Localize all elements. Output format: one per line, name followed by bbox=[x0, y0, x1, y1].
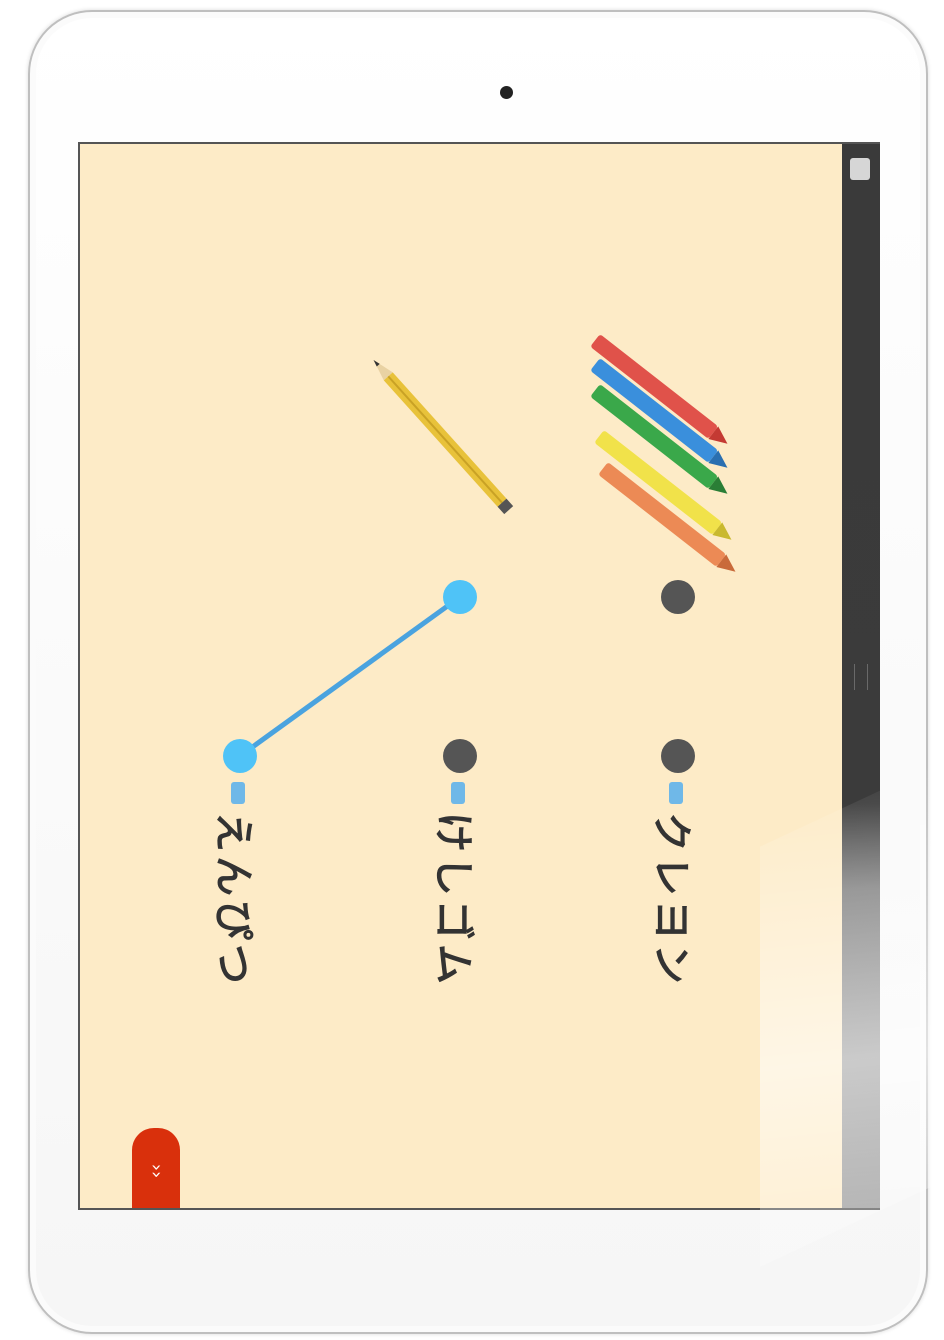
next-button-label: ›› bbox=[146, 1163, 167, 1179]
eraser-word-dot[interactable] bbox=[443, 739, 477, 773]
camera-icon bbox=[500, 86, 513, 99]
crayons-image bbox=[591, 335, 736, 572]
pencil-word-label[interactable]: えんぴつ bbox=[208, 812, 266, 988]
crayon-word-label[interactable]: クレヨン bbox=[646, 812, 704, 988]
next-button[interactable]: ›› bbox=[132, 1128, 180, 1208]
match-line bbox=[238, 594, 462, 759]
eraser-word-label[interactable]: けしゴム bbox=[428, 812, 486, 988]
pencil-word-dot[interactable] bbox=[223, 739, 257, 773]
status-bar bbox=[842, 144, 880, 1208]
pencil-image bbox=[373, 360, 514, 515]
status-icon bbox=[850, 158, 870, 180]
status-indicator bbox=[854, 664, 868, 690]
pencil-image-dot[interactable] bbox=[443, 580, 477, 614]
crayon-word-dot[interactable] bbox=[661, 739, 695, 773]
home-button-area[interactable] bbox=[460, 1248, 560, 1328]
crayon-audio-icon[interactable] bbox=[669, 782, 683, 804]
eraser-audio-icon[interactable] bbox=[451, 782, 465, 804]
matching-game-screen: クレヨン けしゴム えんぴつ ›› bbox=[78, 142, 880, 1210]
pencil-audio-icon[interactable] bbox=[231, 782, 245, 804]
game-canvas bbox=[223, 335, 736, 804]
crayon-image-dot[interactable] bbox=[661, 580, 695, 614]
